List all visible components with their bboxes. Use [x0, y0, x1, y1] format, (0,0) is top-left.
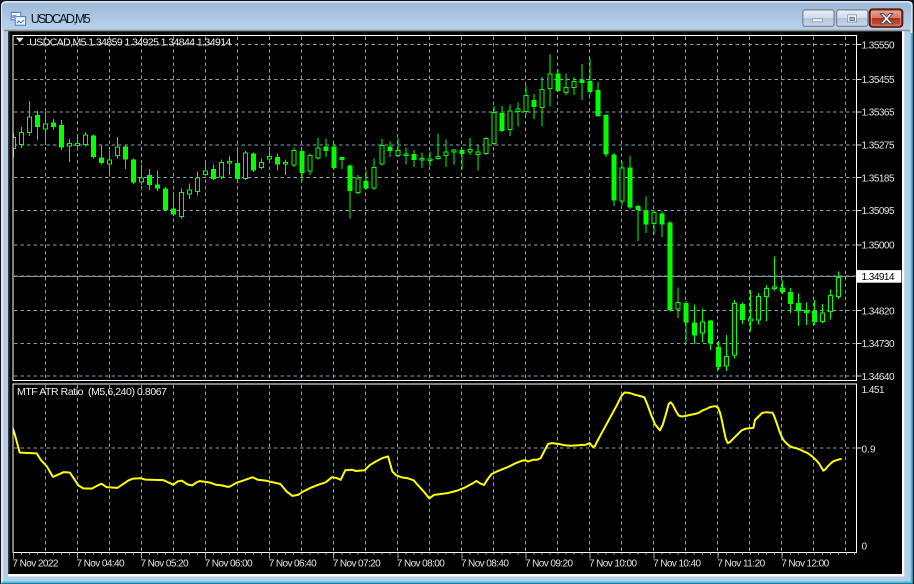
svg-text:7 Nov 11:20: 7 Nov 11:20: [717, 559, 765, 570]
svg-text:MTF ATR Ratio (M5,6,240) 0.80: MTF ATR Ratio (M5,6,240) 0.8067: [17, 386, 167, 398]
svg-text:USDCAD,M5: USDCAD,M5: [31, 12, 91, 26]
svg-text:USDCAD,M5 1.34859 1.34925 1.34: USDCAD,M5 1.34859 1.34925 1.34844 1.3491…: [29, 36, 231, 48]
svg-text:1.34730: 1.34730: [862, 339, 895, 350]
svg-text:1.34914: 1.34914: [862, 272, 895, 283]
svg-text:1.35275: 1.35275: [862, 141, 895, 152]
svg-text:7 Nov 08:40: 7 Nov 08:40: [461, 559, 509, 570]
svg-text:7 Nov 09:20: 7 Nov 09:20: [525, 559, 573, 570]
svg-text:7 Nov 06:40: 7 Nov 06:40: [269, 559, 317, 570]
svg-text:7 Nov 12:00: 7 Nov 12:00: [781, 559, 829, 570]
svg-text:1.451: 1.451: [862, 385, 885, 396]
svg-text:1.34640: 1.34640: [862, 372, 895, 383]
svg-text:1.35550: 1.35550: [862, 40, 895, 51]
svg-text:7 Nov 06:00: 7 Nov 06:00: [205, 559, 253, 570]
svg-text:0.9: 0.9: [862, 444, 876, 455]
svg-text:7 Nov 04:40: 7 Nov 04:40: [77, 559, 125, 570]
svg-text:1.35185: 1.35185: [862, 173, 895, 184]
svg-text:0: 0: [862, 542, 868, 553]
svg-text:1.34820: 1.34820: [862, 306, 895, 317]
svg-text:1.35365: 1.35365: [862, 108, 895, 119]
svg-text:7 Nov 05:20: 7 Nov 05:20: [141, 559, 189, 570]
svg-text:7 Nov 10:40: 7 Nov 10:40: [653, 559, 701, 570]
svg-text:1.35455: 1.35455: [862, 75, 895, 86]
svg-text:7 Nov 07:20: 7 Nov 07:20: [333, 559, 381, 570]
svg-text:7 Nov 2022: 7 Nov 2022: [12, 559, 58, 570]
svg-text:1.35095: 1.35095: [862, 206, 895, 217]
svg-text:7 Nov 10:00: 7 Nov 10:00: [589, 559, 637, 570]
svg-text:1.35000: 1.35000: [862, 241, 895, 252]
svg-text:7 Nov 08:00: 7 Nov 08:00: [397, 559, 445, 570]
